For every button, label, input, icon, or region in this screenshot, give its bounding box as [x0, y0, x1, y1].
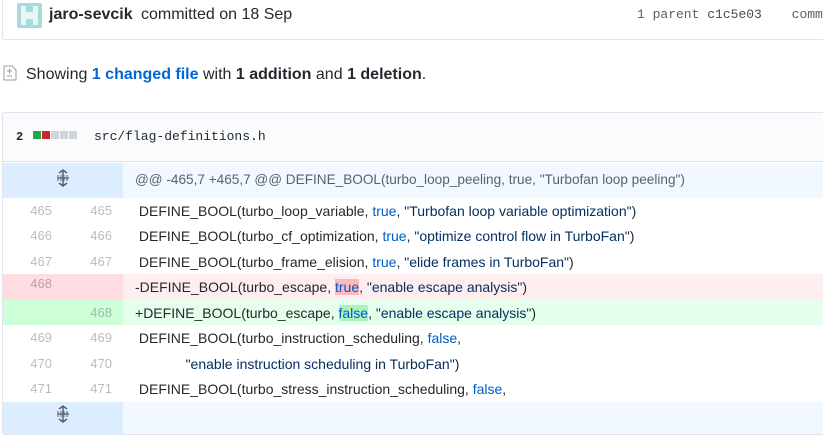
code-line: +DEFINE_BOOL(turbo_escape, false, "enabl… [135, 305, 536, 321]
code-token-str: "enable escape analysis" [375, 305, 532, 321]
diff-line-addition: 468 +DEFINE_BOOL(turbo_escape, false, "en… [3, 300, 823, 326]
diff-line-context: 471 471 DEFINE_BOOL(turbo_stress_instruct… [3, 376, 823, 402]
old-line-number[interactable]: 470 [3, 356, 52, 371]
code-token-str: "elide frames in TurboFan" [404, 254, 570, 270]
code-token-kw: false [427, 330, 458, 346]
diff-line-context: 470 470 "enable instruction scheduling in… [3, 351, 823, 377]
new-line-number[interactable]: 465 [63, 203, 112, 218]
code-token-fn [139, 356, 186, 372]
unfold-icon[interactable] [55, 169, 71, 187]
code-token-fn: DEFINE_BOOL(turbo_frame_elision, [138, 254, 373, 270]
changed-files-link[interactable]: 1 changed file [92, 66, 199, 83]
bottom-expand-gutter[interactable] [3, 402, 123, 434]
code-line: DEFINE_BOOL(turbo_cf_optimization, true,… [135, 228, 635, 244]
commit-date: committed on 18 Sep [141, 6, 293, 23]
code-token-kw: true [382, 228, 407, 244]
diffstat-block-added [33, 131, 41, 139]
diffstat-block-neutral [69, 131, 77, 139]
author-avatar[interactable] [17, 3, 42, 28]
code-token-sep: , [457, 330, 462, 346]
new-line-number[interactable]: 468 [63, 305, 112, 320]
code-token-prefix: + [135, 305, 144, 321]
commit-label: comm [791, 7, 823, 22]
code-token-kw: true [334, 279, 360, 295]
summary-and: and [315, 66, 343, 83]
code-token-end: ) [631, 203, 637, 219]
file-diff-icon[interactable] [3, 65, 17, 81]
code-token-str: "enable escape analysis" [366, 279, 523, 295]
file-header: 2 src/flag-definitions.h [3, 113, 823, 162]
old-line-number[interactable]: 467 [3, 254, 52, 269]
bottom-expander [3, 402, 823, 434]
code-token-fn: DEFINE_BOOL(turbo_loop_variable, [138, 203, 373, 219]
old-line-number[interactable]: 468 [3, 276, 52, 291]
code-line: "enable instruction scheduling in TurboF… [135, 356, 460, 372]
code-token-end: ) [454, 356, 460, 372]
code-token-str: "enable instruction scheduling in TurboF… [185, 356, 455, 372]
commit-header: jaro-sevcik committed on 18 Sep 1 parent… [2, 0, 823, 40]
diffstat-block-deleted [42, 131, 50, 139]
old-line-number[interactable]: 466 [3, 228, 52, 243]
diffstat-block-neutral [51, 131, 59, 139]
code-token-end: ) [522, 279, 528, 295]
summary-with: with [202, 66, 232, 83]
hunk-header-text: @@ -465,7 +465,7 @@ DEFINE_BOOL(turbo_lo… [135, 172, 685, 187]
parent-label: 1 parent [637, 7, 700, 22]
code-token-sep: , [368, 305, 376, 321]
old-line-number[interactable]: 469 [3, 330, 52, 345]
code-token-end: ) [569, 254, 574, 270]
parent-sha-link[interactable]: c1c5e03 [707, 7, 762, 22]
diffstat-block-neutral [60, 131, 68, 139]
code-token-kw: true [372, 203, 397, 219]
old-line-number[interactable]: 465 [3, 203, 52, 218]
code-line: DEFINE_BOOL(turbo_stress_instruction_sch… [135, 381, 506, 397]
file-diff: 2 src/flag-definitions.h @@ -465,7 +465,… [2, 112, 823, 435]
unfold-icon[interactable] [55, 405, 71, 423]
code-token-fn: DEFINE_BOOL(turbo_cf_optimization, [138, 228, 383, 244]
code-token-fn: DEFINE_BOOL(turbo_stress_instruction_sch… [138, 381, 473, 397]
code-token-kw: false [472, 381, 503, 397]
file-path[interactable]: src/flag-definitions.h [94, 129, 266, 144]
new-line-number[interactable]: 471 [63, 381, 112, 396]
diff-summary: Showing 1 changed file with 1 addition a… [26, 66, 426, 84]
additions-count: 1 addition [235, 66, 312, 83]
diff-line-context: 465 465 DEFINE_BOOL(turbo_loop_variable, … [3, 198, 823, 224]
deletions-count: 1 deletion [347, 66, 422, 83]
code-token-end: ) [531, 305, 537, 321]
summary-period: . [421, 66, 427, 83]
code-token-fn: DEFINE_BOOL(turbo_escape, [139, 279, 335, 295]
diff-line-deletion: 468 -DEFINE_BOOL(turbo_escape, true, "ena… [3, 274, 823, 300]
new-line-number[interactable]: 470 [63, 356, 112, 371]
new-line-number[interactable]: 467 [63, 254, 112, 269]
code-line: DEFINE_BOOL(turbo_instruction_scheduling… [135, 330, 461, 346]
diff-line-context: 466 466 DEFINE_BOOL(turbo_cf_optimization… [3, 223, 823, 249]
hunk-expand-gutter[interactable] [3, 163, 123, 198]
code-line: -DEFINE_BOOL(turbo_escape, true, "enable… [135, 279, 527, 295]
code-token-fn: DEFINE_BOOL(turbo_instruction_scheduling… [138, 330, 428, 346]
code-line: DEFINE_BOOL(turbo_loop_variable, true, "… [135, 203, 636, 219]
new-line-number[interactable]: 466 [63, 228, 112, 243]
diff-line-context: 467 467 DEFINE_BOOL(turbo_frame_elision, … [3, 249, 823, 275]
hunk-header: @@ -465,7 +465,7 @@ DEFINE_BOOL(turbo_lo… [3, 163, 823, 198]
summary-prefix: Showing [26, 66, 88, 83]
code-token-kw: false [338, 305, 369, 321]
new-line-number[interactable]: 469 [63, 330, 112, 345]
old-line-number[interactable]: 471 [3, 381, 52, 396]
author-link[interactable]: jaro-sevcik [49, 6, 133, 24]
code-token-kw: true [372, 254, 397, 270]
code-token-fn: DEFINE_BOOL(turbo_escape, [143, 305, 339, 321]
parent-info: 1 parent c1c5e03 comm [637, 7, 823, 22]
code-token-sep: , [359, 279, 367, 295]
code-token-str: "Turbofan loop variable optimization" [404, 203, 632, 219]
diff-line-context: 469 469 DEFINE_BOOL(turbo_instruction_sch… [3, 325, 823, 351]
code-token-sep: , [502, 381, 507, 397]
code-token-end: ) [629, 228, 635, 244]
code-token-str: "optimize control flow in TurboFan" [414, 228, 630, 244]
diffstat-blocks [33, 131, 77, 139]
code-line: DEFINE_BOOL(turbo_frame_elision, true, "… [135, 254, 574, 270]
diffstat-count: 2 [16, 130, 24, 144]
